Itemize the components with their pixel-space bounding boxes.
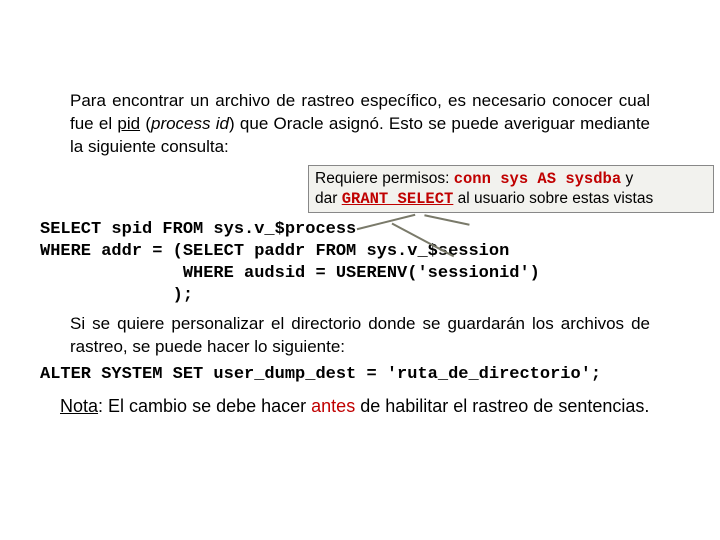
perm-conn: conn sys AS sysdba	[454, 170, 621, 188]
intro-paragraph: Para encontrar un archivo de rastreo esp…	[70, 90, 650, 159]
perm-y: y	[621, 170, 633, 187]
note-paragraph: Nota: El cambio se debe hacer antes de h…	[60, 394, 660, 418]
intro-process-id: process id	[151, 114, 229, 133]
note-label: Nota	[60, 396, 98, 416]
sql-alter-block: ALTER SYSTEM SET user_dump_dest = 'ruta_…	[40, 365, 680, 384]
perm-pre1: Requiere permisos:	[315, 170, 454, 187]
sql-select-block: SELECT spid FROM sys.v_$process WHERE ad…	[40, 219, 680, 307]
note-text-1: : El cambio se debe hacer	[98, 396, 311, 416]
sql1-line2: WHERE addr = (SELECT paddr FROM sys.v_$s…	[40, 242, 509, 261]
perm-post: al usuario sobre estas vistas	[453, 190, 653, 207]
sql1-line1: SELECT spid FROM sys.v_$process	[40, 220, 356, 239]
sql1-line3: WHERE audsid = USERENV('sessionid')	[40, 264, 540, 283]
note-text-2: de habilitar el rastreo de sentencias.	[355, 396, 649, 416]
perm-dar: dar	[315, 190, 342, 207]
permissions-callout: Requiere permisos: conn sys AS sysdba y …	[308, 165, 714, 213]
intro-text-2: (	[140, 114, 151, 133]
perm-grant: GRANT SELECT	[342, 190, 454, 208]
intro-pid: pid	[117, 114, 140, 133]
sql1-line4: );	[40, 286, 193, 305]
mid-paragraph: Si se quiere personalizar el directorio …	[70, 313, 650, 359]
note-antes: antes	[311, 396, 355, 416]
